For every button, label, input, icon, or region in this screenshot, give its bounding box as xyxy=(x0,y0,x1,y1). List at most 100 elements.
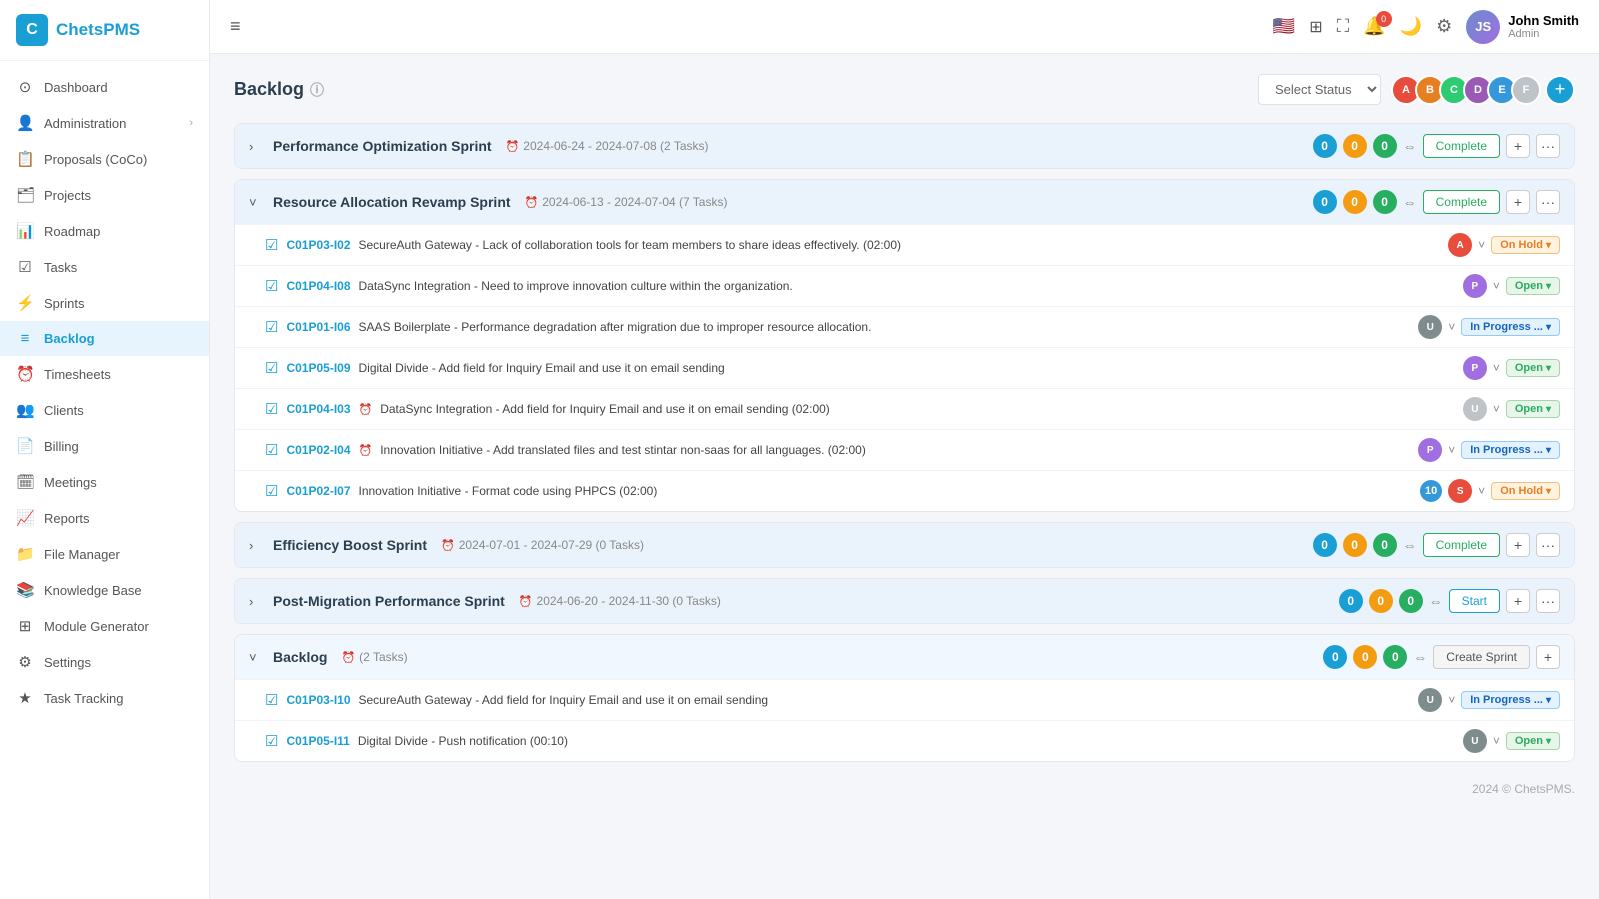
task-id[interactable]: C01P01-I06 xyxy=(286,320,350,334)
add-button-s4[interactable]: + xyxy=(1506,589,1530,613)
status-badge[interactable]: Open ▾ xyxy=(1506,732,1560,750)
status-badge[interactable]: On Hold ▾ xyxy=(1491,236,1560,254)
chevron-down-icon[interactable]: ˅ xyxy=(1478,484,1485,498)
status-select[interactable]: Select Status Open In Progress On Hold C… xyxy=(1258,74,1381,105)
toggle-icon-s4[interactable]: › xyxy=(249,594,265,609)
settings-icon[interactable]: ⚙ xyxy=(1436,16,1452,37)
sidebar-item-clients[interactable]: 👥 Clients xyxy=(0,392,209,428)
sidebar-item-module-generator[interactable]: ⊞ Module Generator xyxy=(0,608,209,644)
task-id[interactable]: C01P03-I10 xyxy=(286,693,350,707)
hamburger-icon[interactable]: ≡ xyxy=(230,16,241,37)
sprint-action-button-s4[interactable]: Start xyxy=(1449,589,1500,613)
toggle-icon-s2[interactable]: ˅ xyxy=(249,195,265,210)
task-row: ☑ C01P05-I09 Digital Divide - Add field … xyxy=(235,347,1574,388)
fullscreen-icon[interactable]: ⛶ xyxy=(1337,16,1350,37)
status-badge[interactable]: Open ▾ xyxy=(1506,277,1560,295)
status-badge[interactable]: In Progress ... ▾ xyxy=(1461,691,1560,709)
chevron-down-icon[interactable]: ˅ xyxy=(1478,238,1485,252)
sidebar-item-billing[interactable]: 📄 Billing xyxy=(0,428,209,464)
toggle-icon-s3[interactable]: › xyxy=(249,538,265,553)
footer: 2024 © ChetsPMS. xyxy=(234,772,1575,800)
chevron-down-icon[interactable]: ˅ xyxy=(1493,734,1500,748)
add-button-s3[interactable]: + xyxy=(1506,533,1530,557)
sidebar-item-backlog[interactable]: ≡ Backlog xyxy=(0,321,209,356)
task-id[interactable]: C01P02-I07 xyxy=(286,484,350,498)
chevron-down-icon[interactable]: ˅ xyxy=(1448,443,1455,457)
add-button-s2[interactable]: + xyxy=(1506,190,1530,214)
add-task-button[interactable]: + xyxy=(1536,645,1560,669)
task-id[interactable]: C01P04-I08 xyxy=(286,279,350,293)
sidebar-item-projects[interactable]: 🗂 Projects xyxy=(0,177,209,213)
toggle-icon-s1[interactable]: › xyxy=(249,139,265,154)
task-id[interactable]: C01P04-I03 xyxy=(286,402,350,416)
task-checkbox[interactable]: ☑ xyxy=(265,318,278,336)
sidebar-label-proposals: Proposals (CoCo) xyxy=(44,152,147,167)
add-button-s1[interactable]: + xyxy=(1506,134,1530,158)
apps-icon[interactable]: ⊞ xyxy=(1309,17,1322,37)
sidebar-item-task-tracking[interactable]: ★ Task Tracking xyxy=(0,680,209,716)
more-button-s3[interactable]: ··· xyxy=(1536,533,1560,557)
task-checkbox[interactable]: ☑ xyxy=(265,359,278,377)
sidebar-item-roadmap[interactable]: 📊 Roadmap xyxy=(0,213,209,249)
sidebar-item-meetings[interactable]: 🗓 Meetings xyxy=(0,464,209,500)
sidebar-item-tasks[interactable]: ☑ Tasks xyxy=(0,249,209,285)
task-checkbox[interactable]: ☑ xyxy=(265,691,278,709)
sidebar-icon-file-manager: 📁 xyxy=(16,545,34,563)
sidebar-item-proposals[interactable]: 📋 Proposals (CoCo) xyxy=(0,141,209,177)
theme-icon[interactable]: 🌙 xyxy=(1400,16,1422,37)
task-id[interactable]: C01P05-I09 xyxy=(286,361,350,375)
sidebar-item-reports[interactable]: 📈 Reports xyxy=(0,500,209,536)
create-sprint-button[interactable]: Create Sprint xyxy=(1433,645,1530,669)
sprint-action-button-s2[interactable]: Complete xyxy=(1423,190,1500,214)
status-badge[interactable]: Open ▾ xyxy=(1506,400,1560,418)
sprint-header-s4[interactable]: › Post-Migration Performance Sprint ⏰ 20… xyxy=(235,579,1574,623)
sprint-header-s1[interactable]: › Performance Optimization Sprint ⏰ 2024… xyxy=(235,124,1574,168)
chevron-down-icon[interactable]: ˅ xyxy=(1448,693,1455,707)
sprint-header-s2[interactable]: ˅ Resource Allocation Revamp Sprint ⏰ 20… xyxy=(235,180,1574,224)
task-id[interactable]: C01P05-I11 xyxy=(286,734,349,748)
notification-icon[interactable]: 🔔 0 xyxy=(1363,16,1385,37)
view-icon-s2[interactable]: ⇔ xyxy=(1403,194,1417,210)
sidebar-item-settings[interactable]: ⚙ Settings xyxy=(0,644,209,680)
avatar-5[interactable]: F xyxy=(1511,75,1541,105)
view-icon-s1[interactable]: ⇔ xyxy=(1403,138,1417,154)
sprint-header-s3[interactable]: › Efficiency Boost Sprint ⏰ 2024-07-01 -… xyxy=(235,523,1574,567)
view-icon-s4[interactable]: ⇔ xyxy=(1429,593,1443,609)
sidebar-item-sprints[interactable]: ⚡ Sprints xyxy=(0,285,209,321)
sidebar-item-dashboard[interactable]: ⊙ Dashboard xyxy=(0,69,209,105)
sidebar-item-knowledge-base[interactable]: 📚 Knowledge Base xyxy=(0,572,209,608)
status-badge[interactable]: In Progress ... ▾ xyxy=(1461,441,1560,459)
sidebar-item-administration[interactable]: 👤 Administration › xyxy=(0,105,209,141)
task-checkbox[interactable]: ☑ xyxy=(265,277,278,295)
chevron-down-icon[interactable]: ˅ xyxy=(1493,402,1500,416)
more-button-s2[interactable]: ··· xyxy=(1536,190,1560,214)
task-checkbox[interactable]: ☑ xyxy=(265,732,278,750)
add-member-button[interactable]: + xyxy=(1545,75,1575,105)
chevron-down-icon[interactable]: ˅ xyxy=(1493,361,1500,375)
status-badge[interactable]: Open ▾ xyxy=(1506,359,1560,377)
sidebar-item-timesheets[interactable]: ⏰ Timesheets xyxy=(0,356,209,392)
info-icon[interactable]: ⓘ xyxy=(310,80,324,100)
task-checkbox[interactable]: ☑ xyxy=(265,482,278,500)
chevron-down-icon[interactable]: ˅ xyxy=(1448,320,1455,334)
sprint-header-backlog[interactable]: ˅ Backlog ⏰ (2 Tasks) 0 0 0 ⇔ Create Spr… xyxy=(235,635,1574,679)
task-checkbox[interactable]: ☑ xyxy=(265,441,278,459)
logo[interactable]: C ChetsPMS xyxy=(0,0,209,61)
view-icon-s3[interactable]: ⇔ xyxy=(1403,537,1417,553)
status-badge[interactable]: In Progress ... ▾ xyxy=(1461,318,1560,336)
sidebar-item-file-manager[interactable]: 📁 File Manager xyxy=(0,536,209,572)
view-icon-backlog[interactable]: ⇔ xyxy=(1413,649,1427,665)
more-button-s1[interactable]: ··· xyxy=(1536,134,1560,158)
chevron-down-icon[interactable]: ˅ xyxy=(1493,279,1500,293)
status-badge[interactable]: On Hold ▾ xyxy=(1491,482,1560,500)
toggle-icon-backlog[interactable]: ˅ xyxy=(249,650,265,665)
task-id[interactable]: C01P02-I04 xyxy=(286,443,350,457)
sprint-action-button-s1[interactable]: Complete xyxy=(1423,134,1500,158)
more-button-s4[interactable]: ··· xyxy=(1536,589,1560,613)
user-menu[interactable]: JS John Smith Admin xyxy=(1466,10,1579,44)
flag-icon[interactable]: 🇺🇸 xyxy=(1273,16,1295,37)
task-checkbox[interactable]: ☑ xyxy=(265,236,278,254)
task-id[interactable]: C01P03-I02 xyxy=(286,238,350,252)
task-checkbox[interactable]: ☑ xyxy=(265,400,278,418)
sprint-action-button-s3[interactable]: Complete xyxy=(1423,533,1500,557)
